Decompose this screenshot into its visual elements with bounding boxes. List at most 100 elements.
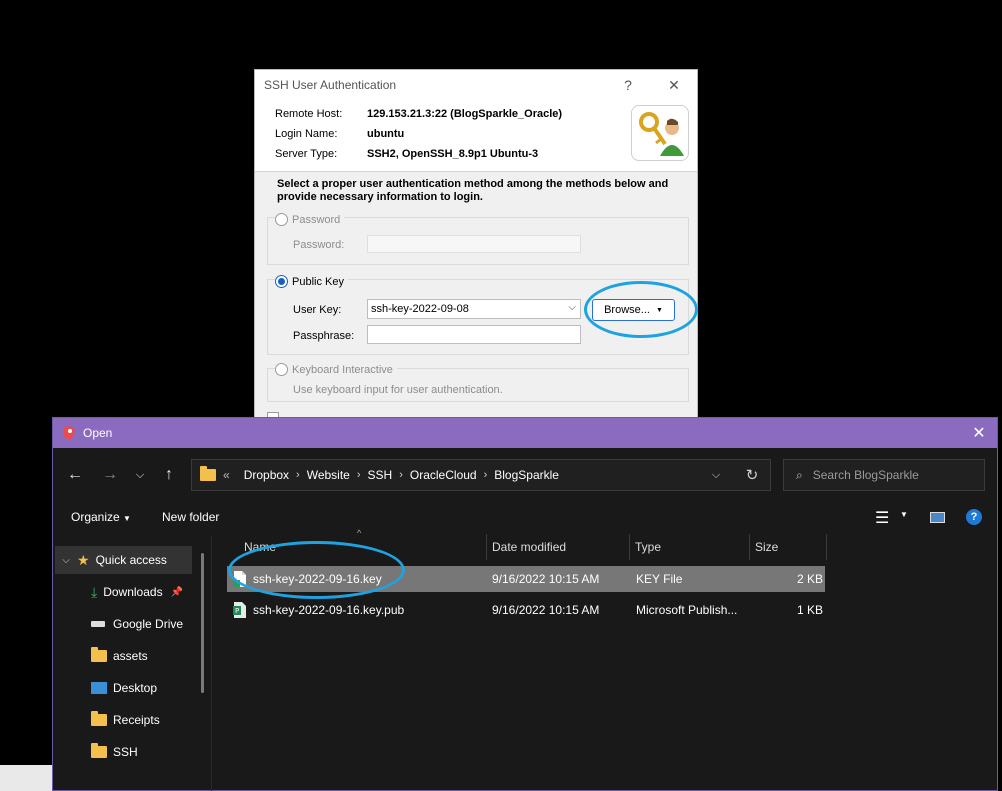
nav-item-ssh[interactable]: SSH [91, 738, 241, 766]
back-arrow-icon[interactable]: ← [61, 458, 89, 492]
address-dropdown-icon[interactable]: ⌵ [698, 469, 734, 482]
nav-item-assets[interactable]: assets [91, 642, 241, 670]
open-dialog-titlebar: Open ✕ [53, 418, 997, 448]
nav-label: assets [113, 649, 148, 663]
desktop-icon [91, 682, 107, 694]
breadcrumb-separator-icon: › [483, 469, 488, 481]
file-date: 9/16/2022 10:15 AM [492, 603, 600, 617]
breadcrumb-oraclecloud[interactable]: OracleCloud [410, 468, 477, 482]
breadcrumb-separator-icon: › [356, 469, 361, 481]
breadcrumb-website[interactable]: Website [307, 468, 350, 482]
radio-icon [275, 213, 288, 226]
navigation-bar: ← → ⌵ ↑ « Dropbox › Website › SSH › OracleC… [53, 458, 997, 492]
column-date-modified[interactable]: Date modified [486, 534, 629, 560]
pin-icon: 📌 [170, 586, 184, 598]
remote-host-row: Remote Host: 129.153.21.3:22 (BlogSparkle… [275, 108, 562, 120]
open-file-dialog: Open ✕ ← → ⌵ ↑ « Dropbox › Website › SSH › … [52, 417, 998, 791]
public-key-radio[interactable]: Public Key [275, 275, 348, 288]
user-key-select[interactable]: ssh-key-2022-09-08 ⌵ [367, 299, 581, 319]
file-type: KEY File [636, 572, 683, 586]
breadcrumb-blogsparkle[interactable]: BlogSparkle [494, 468, 559, 482]
file-row-key[interactable]: ssh-key-2022-09-16.key 9/16/2022 10:15 A… [227, 566, 825, 592]
folder-icon [91, 743, 107, 758]
nav-label: Desktop [113, 681, 158, 695]
help-button[interactable]: ? [605, 77, 651, 93]
nav-item-quick-access[interactable]: ⌵ ★ Quick access [55, 546, 192, 574]
radio-icon [275, 363, 288, 376]
browse-button[interactable]: Browse... ▼ [592, 299, 675, 321]
folder-icon [91, 647, 107, 662]
forward-arrow-icon[interactable]: → [96, 458, 124, 492]
refresh-icon[interactable]: ↻ [734, 466, 770, 484]
keyboard-interactive-radio[interactable]: Keyboard Interactive [275, 363, 397, 376]
up-arrow-icon[interactable]: ↑ [155, 458, 183, 492]
nav-label: Downloads [103, 585, 163, 599]
drive-icon [91, 621, 105, 627]
view-dropdown-icon[interactable]: ▼ [900, 510, 908, 519]
key-user-icon [631, 105, 689, 161]
search-box[interactable]: ⌕ Search BlogSparkle [783, 459, 985, 491]
chevron-down-icon: ⌵ [568, 302, 576, 313]
recent-locations-chevron-icon[interactable]: ⌵ [126, 458, 154, 492]
breadcrumb-ssh[interactable]: SSH [368, 468, 393, 482]
file-type: Microsoft Publish... [636, 603, 738, 617]
breadcrumb-separator-icon: › [399, 469, 403, 481]
password-radio[interactable]: Password [275, 213, 345, 226]
file-list-header: ^ Name Date modified Type Size [227, 528, 827, 560]
nav-scrollbar[interactable] [201, 553, 204, 693]
new-folder-button[interactable]: New folder [162, 510, 219, 524]
server-type-label: Server Type: [275, 148, 338, 160]
breadcrumb-overflow[interactable]: « [223, 468, 230, 482]
auth-description: Select a proper user authentication meth… [277, 178, 669, 203]
download-icon: ⤓ [91, 583, 98, 600]
server-type-value: SSH2, OpenSSH_8.9p1 Ubuntu-3 [367, 148, 539, 160]
login-name-label: Login Name: [275, 128, 338, 140]
command-bar: Organize ▼ New folder ☰ ▼ ? [53, 502, 997, 534]
password-label: Password: [293, 239, 345, 251]
preview-pane-icon[interactable] [930, 512, 945, 523]
address-bar[interactable]: « Dropbox › Website › SSH › OracleCloud › Bl… [191, 459, 771, 491]
connection-info: Remote Host: 129.153.21.3:22 (BlogSparkle… [255, 100, 697, 172]
login-name-row: Login Name: ubuntu [275, 128, 404, 140]
nav-item-google-drive[interactable]: Google Drive [91, 610, 203, 638]
keyboard-hint: Use keyboard input for user authenticati… [293, 384, 503, 396]
navigation-pane: ⌵ ★ Quick access ⤓ Downloads 📌 Google Dr… [53, 546, 211, 791]
file-size: 1 KB [796, 603, 823, 617]
remote-host-value: 129.153.21.3:22 (BlogSparkle_Oracle) [367, 108, 563, 120]
ssh-dialog-titlebar: SSH User Authentication ? ✕ [255, 70, 697, 100]
close-icon[interactable]: ✕ [961, 423, 997, 443]
nav-item-desktop[interactable]: Desktop [91, 674, 241, 702]
breadcrumb-separator-icon: › [296, 469, 300, 481]
nav-label: SSH [113, 745, 138, 759]
radio-selected-icon [275, 275, 288, 288]
search-placeholder: Search BlogSparkle [812, 468, 919, 482]
file-name: ssh-key-2022-09-16.key.pub [253, 603, 405, 617]
organize-label: Organize [71, 510, 120, 524]
organize-button[interactable]: Organize ▼ [71, 510, 131, 524]
background-window-edge [0, 765, 52, 791]
dropdown-arrow-icon: ▼ [655, 306, 663, 314]
help-icon[interactable]: ? [966, 509, 982, 525]
app-icon [61, 425, 77, 441]
file-date: 9/16/2022 10:15 AM [492, 572, 600, 586]
nav-item-downloads[interactable]: ⤓ Downloads 📌 [91, 578, 241, 606]
column-size[interactable]: Size [749, 534, 827, 560]
passphrase-label: Passphrase: [293, 330, 355, 342]
file-row-pub[interactable]: P ssh-key-2022-09-16.key.pub 9/16/2022 1… [227, 597, 825, 623]
view-list-icon[interactable]: ☰ [875, 508, 889, 528]
column-name[interactable]: Name [239, 534, 484, 560]
password-field[interactable] [367, 235, 581, 253]
login-name-value: ubuntu [367, 128, 405, 140]
breadcrumb-dropbox[interactable]: Dropbox [244, 468, 289, 482]
nav-item-receipts[interactable]: Receipts [91, 706, 241, 734]
user-key-value: ssh-key-2022-09-08 [371, 303, 469, 315]
file-size: 2 KB [796, 572, 823, 586]
close-button[interactable]: ✕ [651, 77, 697, 94]
nav-label: Google Drive [113, 617, 184, 631]
server-type-row: Server Type: SSH2, OpenSSH_8.9p1 Ubuntu-3 [275, 148, 538, 160]
file-name: ssh-key-2022-09-16.key [253, 572, 382, 586]
open-dialog-title: Open [83, 426, 113, 440]
passphrase-field[interactable] [367, 325, 581, 344]
column-type[interactable]: Type [629, 534, 749, 560]
star-icon: ★ [77, 551, 90, 568]
